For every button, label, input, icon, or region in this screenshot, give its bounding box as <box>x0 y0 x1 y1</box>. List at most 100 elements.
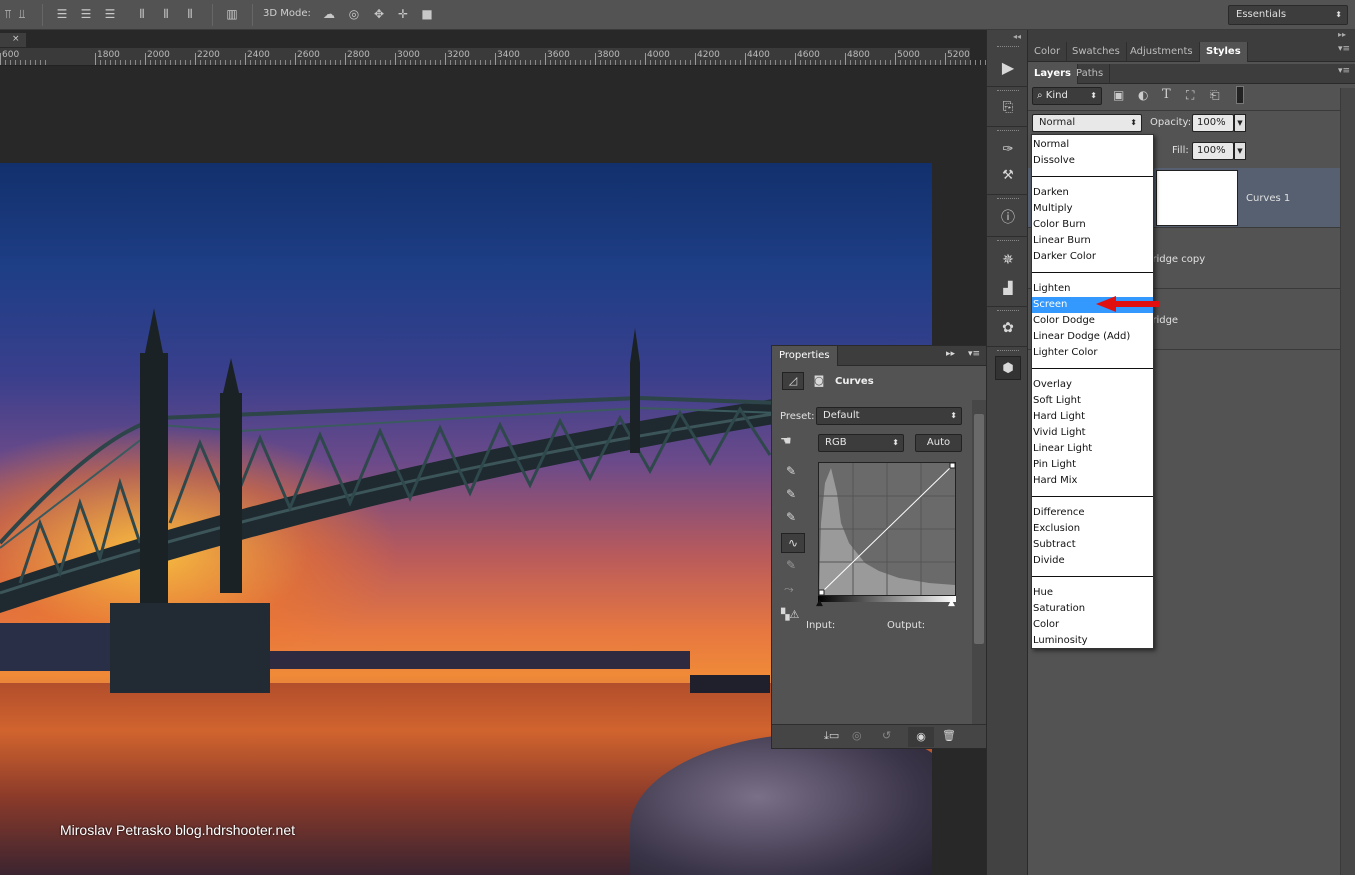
opacity-input[interactable]: 100% <box>1192 114 1234 132</box>
blend-option-multiply[interactable]: Multiply <box>1032 201 1153 217</box>
align-bottom-edge-icon[interactable]: ⫫ <box>14 6 30 22</box>
smart-object-filter-icon[interactable]: ⎗ <box>1210 88 1220 103</box>
shape-filter-icon[interactable]: ⛶ <box>1186 88 1194 103</box>
distribute-left-icon[interactable]: ⫴ <box>134 6 150 22</box>
blend-option-difference[interactable]: Difference <box>1032 505 1153 521</box>
curve-edit-icon[interactable]: ∿ <box>781 533 805 553</box>
tab-adjustments[interactable]: Adjustments <box>1124 42 1200 62</box>
blend-option-hue[interactable]: Hue <box>1032 585 1153 601</box>
layers-scrollbar[interactable] <box>1340 88 1355 875</box>
blend-option-hard-light[interactable]: Hard Light <box>1032 409 1153 425</box>
adjustment-filter-icon[interactable]: ◐ <box>1138 88 1148 102</box>
filter-toggle[interactable] <box>1236 86 1244 104</box>
blend-option-linear-light[interactable]: Linear Light <box>1032 441 1153 457</box>
auto-align-icon[interactable]: ▥ <box>224 6 240 22</box>
navigator-icon[interactable]: ✵ <box>995 248 1021 272</box>
blend-option-lighter-color[interactable]: Lighter Color <box>1032 345 1153 361</box>
fill-input[interactable]: 100% <box>1192 142 1234 160</box>
blend-option-vivid-light[interactable]: Vivid Light <box>1032 425 1153 441</box>
blend-option-color[interactable]: Color <box>1032 617 1153 633</box>
scroll-thumb[interactable] <box>974 414 984 644</box>
brush-presets-icon[interactable]: ⚒ <box>995 164 1021 188</box>
blend-option-normal[interactable]: Normal <box>1032 137 1153 153</box>
reset-icon[interactable]: ↺ <box>882 729 891 742</box>
pixel-filter-icon[interactable]: ▣ <box>1113 88 1124 102</box>
curves-graph[interactable] <box>818 462 956 596</box>
grip[interactable] <box>997 310 1019 313</box>
grip[interactable] <box>997 90 1019 93</box>
blend-option-darken[interactable]: Darken <box>1032 185 1153 201</box>
view-previous-icon[interactable]: ◎ <box>852 729 862 742</box>
brushes-icon[interactable]: ✑ <box>995 138 1021 162</box>
info-icon[interactable]: ⓘ <box>995 206 1021 230</box>
close-icon[interactable]: × <box>12 34 20 44</box>
pencil-icon[interactable]: ✎ <box>786 558 796 572</box>
blend-option-luminosity[interactable]: Luminosity <box>1032 633 1153 649</box>
document-tab[interactable]: × <box>0 33 26 47</box>
grip[interactable] <box>997 46 1019 49</box>
blend-option-color-burn[interactable]: Color Burn <box>1032 217 1153 233</box>
workspace-switcher[interactable]: Essentials ⬍ <box>1228 5 1348 25</box>
3d-slide-icon[interactable]: ✛ <box>395 6 411 22</box>
tab-styles[interactable]: Styles <box>1200 42 1248 62</box>
3d-orbit-icon[interactable]: ☁ <box>321 6 337 22</box>
blend-option-subtract[interactable]: Subtract <box>1032 537 1153 553</box>
grip[interactable] <box>997 198 1019 201</box>
panel-menu-icon[interactable]: ▾≡ <box>968 349 980 359</box>
tab-properties[interactable]: Properties <box>772 346 838 366</box>
distribute-hcenter-icon[interactable]: ⫴ <box>158 6 174 22</box>
history-icon[interactable]: ⎘ <box>995 96 1021 120</box>
auto-button[interactable]: Auto <box>915 434 962 452</box>
clipping-warning-icon[interactable]: ▚⚠ <box>781 608 799 621</box>
black-point-slider[interactable]: ▲ <box>816 598 823 608</box>
collapse-icon[interactable]: ▸▸ <box>946 349 955 359</box>
layer-mask-thumbnail[interactable] <box>1156 170 1238 226</box>
histogram-icon[interactable]: ▟ <box>995 276 1021 300</box>
targeted-adjustment-icon[interactable]: ☚ <box>780 434 792 449</box>
fill-chevron-icon[interactable]: ▼ <box>1234 142 1246 160</box>
blend-option-linear-burn[interactable]: Linear Burn <box>1032 233 1153 249</box>
mask-icon[interactable]: ◙ <box>808 372 830 390</box>
collapse-icon[interactable]: ▸▸ <box>1338 30 1346 39</box>
grip[interactable] <box>997 130 1019 133</box>
3d-panel-icon[interactable]: ⬢ <box>995 356 1021 380</box>
white-eyedropper-icon[interactable]: ✎ <box>786 510 796 524</box>
blend-option-dissolve[interactable]: Dissolve <box>1032 153 1153 169</box>
preset-dropdown[interactable]: Default ⬍ <box>816 407 962 425</box>
grip[interactable] <box>997 350 1019 353</box>
blend-option-lighten[interactable]: Lighten <box>1032 281 1153 297</box>
clip-to-layer-icon[interactable]: ⤓▭ <box>824 729 839 743</box>
tab-swatches[interactable]: Swatches <box>1066 42 1127 62</box>
blend-option-overlay[interactable]: Overlay <box>1032 377 1153 393</box>
blend-mode-dropdown[interactable]: Normal ⬍ <box>1032 114 1142 132</box>
blend-option-darker-color[interactable]: Darker Color <box>1032 249 1153 265</box>
properties-scrollbar[interactable] <box>972 400 986 725</box>
blend-option-hard-mix[interactable]: Hard Mix <box>1032 473 1153 489</box>
blend-option-soft-light[interactable]: Soft Light <box>1032 393 1153 409</box>
blend-option-linear-dodge-add[interactable]: Linear Dodge (Add) <box>1032 329 1153 345</box>
tab-color[interactable]: Color <box>1028 42 1068 62</box>
play-action-icon[interactable]: ▶ <box>995 56 1021 80</box>
3d-roll-icon[interactable]: ◎ <box>346 6 362 22</box>
channel-dropdown[interactable]: RGB ⬍ <box>818 434 904 452</box>
grip[interactable] <box>997 240 1019 243</box>
opacity-chevron-icon[interactable]: ▼ <box>1234 114 1246 132</box>
3d-camera-icon[interactable]: ■ <box>419 6 435 22</box>
trash-icon[interactable]: 🗑 <box>942 729 956 742</box>
smooth-curve-icon[interactable]: ⤳ <box>784 582 794 597</box>
blend-option-exclusion[interactable]: Exclusion <box>1032 521 1153 537</box>
curves-adjustment-icon[interactable]: ◿ <box>782 372 804 390</box>
type-filter-icon[interactable]: T <box>1162 87 1171 102</box>
distribute-right-icon[interactable]: ⫴ <box>182 6 198 22</box>
white-point-slider[interactable]: ▲ <box>948 598 955 608</box>
distribute-bottom-icon[interactable]: ☰ <box>102 6 118 22</box>
blend-option-divide[interactable]: Divide <box>1032 553 1153 569</box>
blend-option-pin-light[interactable]: Pin Light <box>1032 457 1153 473</box>
tab-paths[interactable]: Paths <box>1070 64 1111 84</box>
blend-option-color-dodge[interactable]: Color Dodge <box>1032 313 1153 329</box>
panel-menu-icon[interactable]: ▾≡ <box>1338 44 1350 54</box>
black-eyedropper-icon[interactable]: ✎ <box>786 464 796 478</box>
filter-kind-dropdown[interactable]: ⌕ Kind ⬍ <box>1032 87 1102 105</box>
collapse-icon[interactable]: ◂◂ <box>1013 32 1021 41</box>
channels-icon[interactable]: ✿ <box>995 316 1021 340</box>
